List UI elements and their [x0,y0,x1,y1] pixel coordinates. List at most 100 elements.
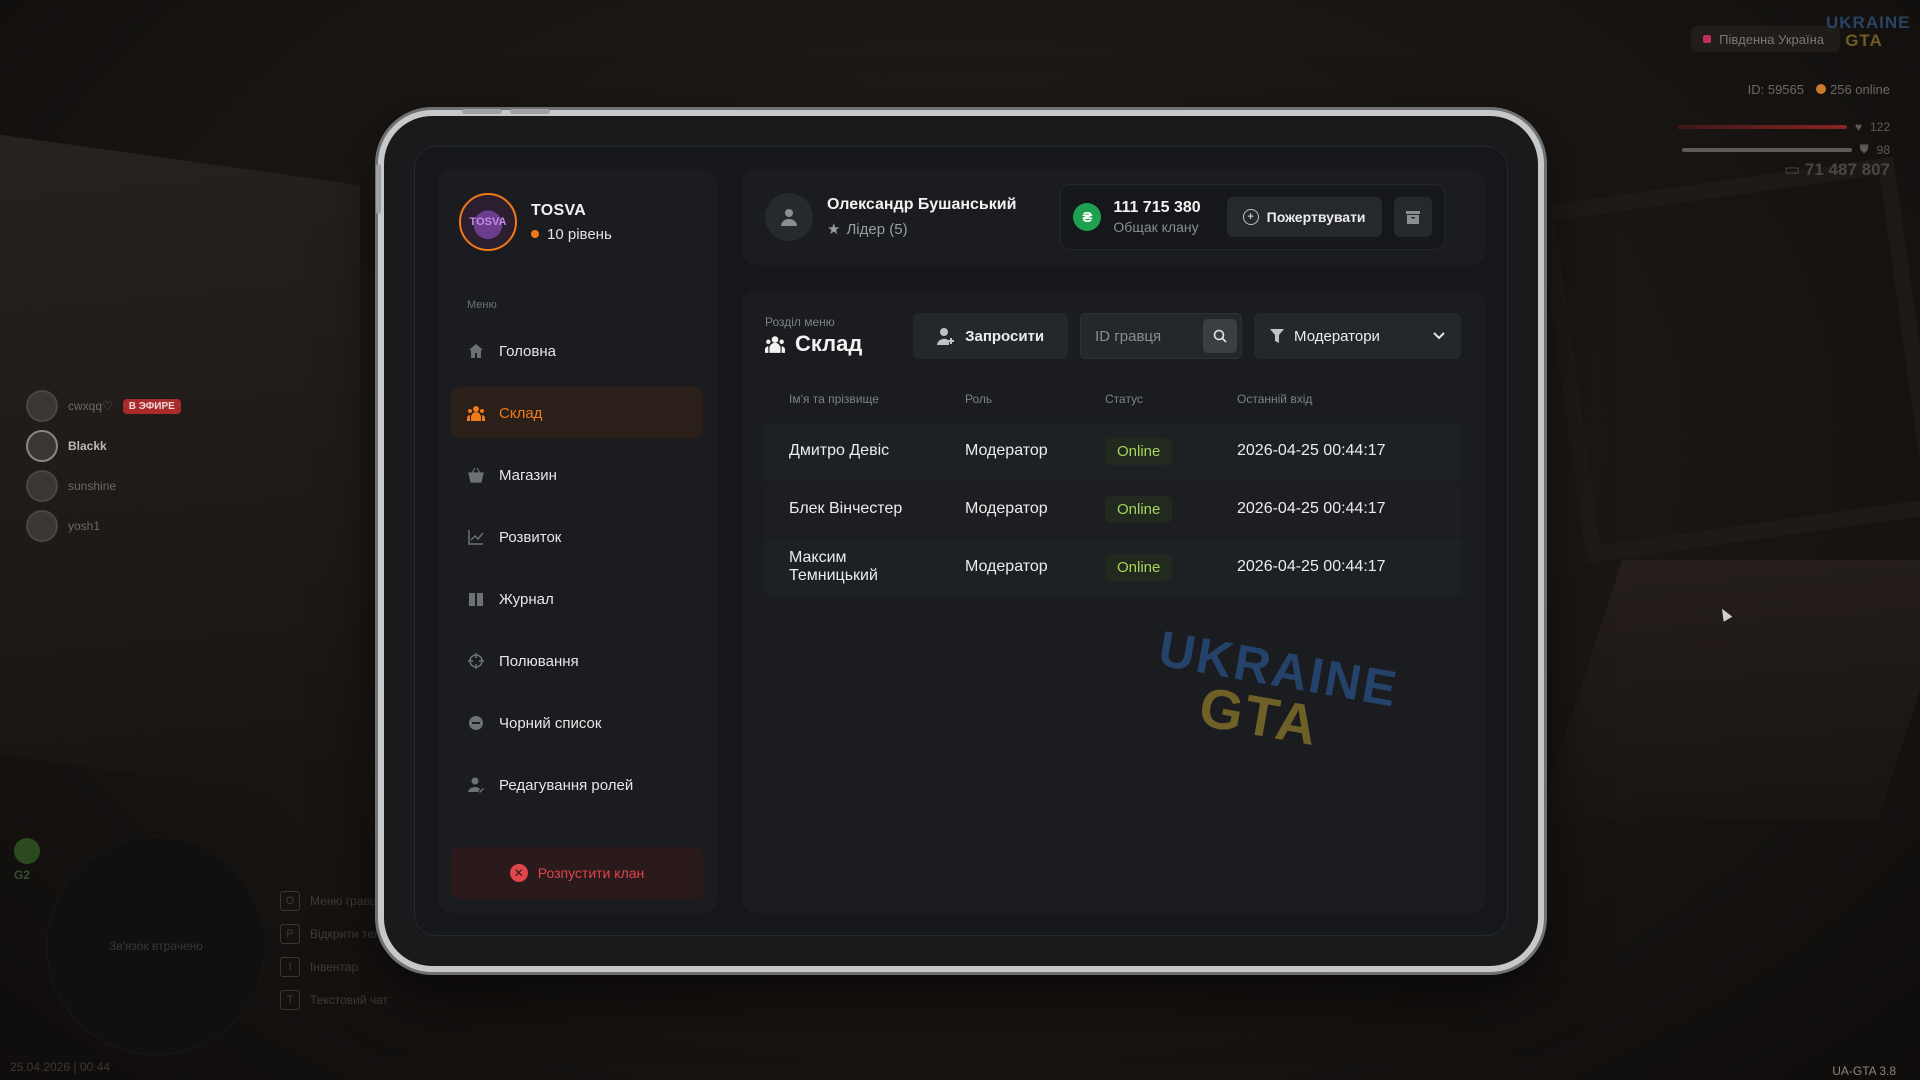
status-badge: Online [1105,437,1173,465]
shield-icon: ⛊ [1859,142,1869,156]
tablet-button [510,109,550,114]
hint-key: I [280,956,300,977]
invite-button[interactable]: Запросити [913,313,1069,359]
page-title: Склад [765,331,901,357]
filter-icon [1270,329,1285,343]
search-input[interactable] [1095,327,1204,345]
hud-logo-top: UKRAINE [1826,13,1911,32]
member-last-login: 2026-04-25 00:44:17 [1237,558,1386,575]
block-icon [467,714,485,732]
sidebar-item-label: Чорний список [499,714,602,732]
clan-level-label: 10 рівень [547,225,612,243]
bank-label: Общак клану [1113,219,1199,235]
home-icon [467,342,485,360]
member-role: Модератор [965,442,1048,459]
column-header-last-login: Останній вхід [1237,392,1313,406]
clan-info: TOSVA 10 рівень [531,202,612,243]
sidebar-item-label: Полювання [499,652,579,670]
hud-player-id: ID: 59565 [1747,82,1804,97]
search-icon [1213,329,1227,343]
hint-key: P [280,923,300,944]
users-icon [467,404,485,422]
heart-icon: ♥ [1854,120,1862,134]
key-hint: T Текстовий чат [280,983,410,1016]
table-row[interactable]: Максим Темницький Модератор Online 2026-… [765,539,1461,595]
level-dot-icon [531,230,539,238]
table-row[interactable]: Дмитро Девіс Модератор Online 2026-04-25… [765,423,1461,479]
clan-name: TOSVA [531,201,587,219]
minimap-status: Зв'язок втрачено [109,939,203,953]
member-name: Максим Темницький [789,549,878,584]
sidebar-item-development[interactable]: Розвиток [451,511,703,563]
archive-button[interactable] [1393,197,1432,237]
menu-caption: Меню [467,299,497,311]
online-icon [1816,84,1826,94]
search-button[interactable] [1203,319,1238,353]
hud-logo-bottom: GTA [1845,31,1883,50]
tablet: TOSVA TOSVA 10 рівень Меню Головна Склад… [376,109,1544,972]
voice-user-name: Blackk [68,439,107,453]
hint-key: O [280,890,300,911]
minimap-level: G2 [14,868,31,882]
voice-item: cwxqq♡ В ЭФИРЕ [26,386,181,426]
member-role: Модератор [965,558,1048,575]
roster-toolbar: Розділ меню Склад Запросити ID гравця Мо… [765,313,1461,359]
voice-user-name: cwxqq♡ [68,399,113,413]
donate-button[interactable]: + Пожертвувати [1226,197,1382,237]
sidebar-item-label: Головна [499,342,556,360]
background-furniture [1537,560,1920,820]
sidebar-item-shop[interactable]: Магазин [451,449,703,501]
sidebar-item-home[interactable]: Головна [451,325,703,377]
sidebar-item-role-editing[interactable]: Редагування ролей [451,759,703,811]
invite-label: Запросити [965,327,1045,345]
member-status: Online [1105,437,1237,465]
close-icon: ✕ [509,864,528,882]
sidebar-item-label: Редагування ролей [499,776,634,794]
hint-label: Текстовий чат [310,992,389,1007]
avatar [26,430,58,462]
level-badge-icon [14,838,40,864]
sidebar-item-journal[interactable]: Журнал [451,573,703,625]
disband-clan-button[interactable]: ✕ Розпустити клан [451,847,703,899]
basket-icon [467,466,485,484]
role-filter-value: Модератори [1294,327,1380,345]
user-avatar-icon [765,193,813,241]
sidebar-item-blacklist[interactable]: Чорний список [451,697,703,749]
voice-item: sunshine [26,466,181,506]
voice-item: yosh1 [26,506,181,546]
tablet-button [462,109,502,114]
region-icon [1703,35,1712,43]
user-role: ★ Лідер (5) [827,220,1016,239]
hud-date: 25.04.2026 | 00:44 [10,1060,110,1074]
tablet-screen: TOSVA TOSVA 10 рівень Меню Головна Склад… [414,146,1508,936]
voice-list: cwxqq♡ В ЭФИРЕ Blackk sunshine yosh1 [26,386,181,546]
member-name: Блек Вінчестер [789,500,903,517]
background-frame [1536,156,1920,564]
member-status: Online [1105,553,1237,581]
chart-icon [467,528,485,546]
roster-panel: Розділ меню Склад Запросити ID гравця Мо… [741,291,1485,913]
user-role-label: Лідер (5) [846,220,908,238]
table-row[interactable]: Блек Вінчестер Модератор Online 2026-04-… [765,481,1461,537]
money-icon: ▭ [1784,160,1801,179]
clan-profile: TOSVA TOSVA 10 рівень [451,193,703,251]
sidebar-item-label: Журнал [499,590,554,608]
role-filter-select[interactable]: Модератори [1254,313,1461,359]
sidebar-item-hunting[interactable]: Полювання [451,635,703,687]
sidebar-item-roster[interactable]: Склад [451,387,703,439]
member-last-login: 2026-04-25 00:44:17 [1237,442,1386,459]
key-hint: I Інвентар [280,950,410,983]
hud-online: 256 online [1816,82,1890,97]
bank-info: 111 715 380 Общак клану [1113,199,1200,235]
sidebar-item-label: Розвиток [499,528,562,546]
hud-armor-row: ⛊ 98 [1640,142,1890,157]
live-badge: В ЭФИРЕ [122,398,181,414]
column-header-role: Роль [965,392,993,406]
hud-money-value: 71 487 807 [1804,160,1890,179]
member-status: Online [1105,495,1237,523]
user-info: Олександр Бушанський ★ Лідер (5) [827,196,1016,238]
section-caption: Розділ меню [765,315,835,329]
tablet-button [376,164,381,214]
hud-armor-value: 98 [1876,142,1890,157]
sidebar: TOSVA TOSVA 10 рівень Меню Головна Склад… [437,169,717,913]
